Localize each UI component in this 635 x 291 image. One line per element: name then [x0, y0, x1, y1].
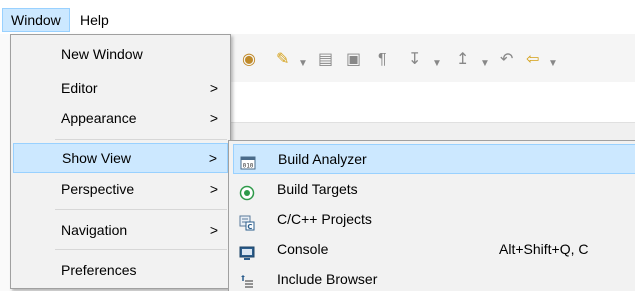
show-view-submenu: 010 Build Analyzer Build Targets C C/C++… — [228, 140, 635, 291]
submenu-item-label: Build Targets — [277, 181, 358, 197]
shortcut-label: Alt+Shift+Q, C — [499, 241, 589, 257]
menu-item-label: New Window — [61, 46, 143, 62]
submenu-arrow-icon: > — [208, 150, 217, 166]
pen-icon[interactable]: ✎ — [276, 52, 289, 68]
submenu-arrow-icon: > — [209, 222, 218, 238]
menu-item-label: Preferences — [61, 262, 137, 278]
submenu-item-console[interactable]: Console Alt+Shift+Q, C — [233, 234, 635, 264]
menu-item-label: Perspective — [61, 181, 135, 197]
chevron-down-icon[interactable]: ▼ — [432, 56, 442, 72]
menu-bar: Window Help — [0, 0, 635, 34]
show-whitespace-icon[interactable]: ¶ — [378, 52, 387, 68]
submenu-item-include-browser[interactable]: Include Browser — [233, 264, 635, 291]
menu-item-appearance[interactable]: Appearance > — [13, 103, 228, 133]
submenu-item-build-analyzer[interactable]: 010 Build Analyzer — [233, 144, 635, 174]
build-targets-icon — [239, 181, 255, 201]
open-perspective-icon[interactable]: ◉ — [242, 52, 256, 68]
build-analyzer-icon: 010 — [240, 152, 256, 170]
menu-item-show-view[interactable]: Show View > — [13, 143, 228, 173]
previous-annotation-icon[interactable]: ↥ — [456, 52, 469, 68]
submenu-arrow-icon: > — [209, 110, 218, 126]
menu-item-new-window[interactable]: New Window — [13, 39, 228, 69]
eclipse-window: ◉ ✎ ▼ ▤ ▣ ¶ ↧ ▼ ↥ ▼ ↶ ⇦ ▼ Window Help Ne… — [0, 0, 635, 291]
chevron-down-icon[interactable]: ▼ — [298, 56, 308, 72]
toggle-breadcrumb-icon[interactable]: ▤ — [318, 52, 333, 68]
menu-window[interactable]: Window — [2, 8, 70, 32]
submenu-item-label: Include Browser — [277, 271, 378, 287]
console-icon — [239, 241, 255, 260]
menu-separator — [55, 209, 227, 210]
menu-separator — [55, 139, 227, 140]
back-arrow-icon[interactable]: ⇦ — [526, 52, 539, 68]
submenu-arrow-icon: > — [209, 80, 218, 96]
menu-item-label: Appearance — [61, 110, 137, 126]
last-edit-location-icon[interactable]: ↶ — [500, 52, 513, 68]
menu-help[interactable]: Help — [72, 8, 117, 32]
submenu-item-cpp-projects[interactable]: C C/C++ Projects — [233, 204, 635, 234]
svg-text:C: C — [247, 223, 252, 231]
toggle-block-icon[interactable]: ▣ — [346, 52, 361, 68]
submenu-item-label: Build Analyzer — [278, 151, 367, 167]
next-annotation-icon[interactable]: ↧ — [408, 52, 421, 68]
menu-item-preferences[interactable]: Preferences — [13, 255, 228, 285]
svg-text:010: 010 — [243, 163, 254, 170]
submenu-item-label: C/C++ Projects — [277, 211, 372, 227]
submenu-arrow-icon: > — [209, 181, 218, 197]
include-browser-icon — [239, 271, 255, 288]
cpp-projects-icon: C — [239, 211, 255, 231]
menu-item-label: Navigation — [61, 222, 128, 238]
menu-item-label: Show View — [62, 150, 132, 166]
menu-item-editor[interactable]: Editor > — [13, 73, 228, 103]
chevron-down-icon[interactable]: ▼ — [548, 56, 558, 72]
editor-area — [230, 82, 635, 123]
menu-item-label: Editor — [61, 80, 98, 96]
submenu-item-label: Console — [277, 241, 329, 257]
menu-item-navigation[interactable]: Navigation > — [13, 215, 228, 245]
submenu-item-build-targets[interactable]: Build Targets — [233, 174, 635, 204]
chevron-down-icon[interactable]: ▼ — [480, 56, 490, 72]
menu-separator — [55, 249, 227, 250]
window-menu: New Window Editor > Appearance > Show Vi… — [10, 34, 231, 289]
menu-item-perspective[interactable]: Perspective > — [13, 174, 228, 204]
